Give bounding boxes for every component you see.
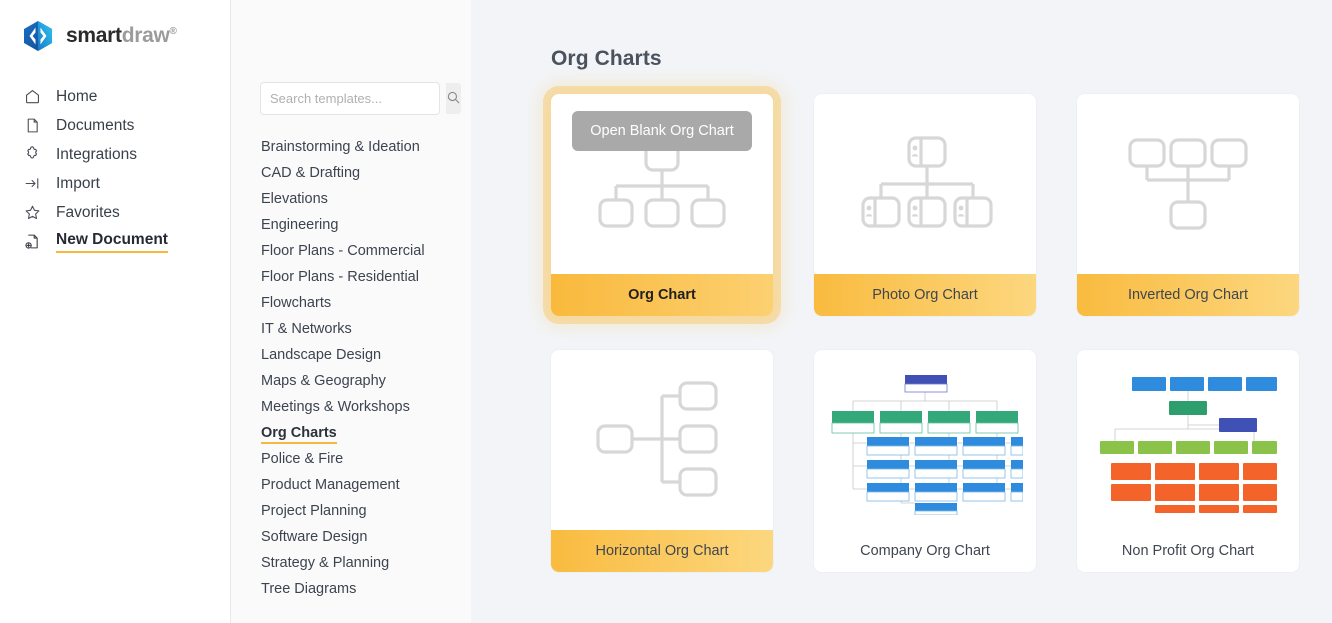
category-item-strategy-planning[interactable]: Strategy & Planning bbox=[261, 550, 471, 576]
search-icon bbox=[446, 90, 461, 108]
horizontal-org-chart-wireframe-icon bbox=[596, 381, 718, 497]
template-card-label: Company Org Chart bbox=[814, 530, 1036, 572]
sidebar-item-label: Import bbox=[56, 174, 100, 192]
template-card-label: Non Profit Org Chart bbox=[1077, 530, 1299, 572]
template-card-inverted-org-chart[interactable]: Inverted Org Chart bbox=[1077, 94, 1299, 316]
brand-trademark: ® bbox=[169, 26, 177, 37]
category-item-engineering[interactable]: Engineering bbox=[261, 212, 471, 238]
template-card-horizontal-org-chart[interactable]: Horizontal Org Chart bbox=[551, 350, 773, 572]
sidebar-item-label: Home bbox=[56, 87, 98, 105]
category-item-tree-diagrams[interactable]: Tree Diagrams bbox=[261, 576, 471, 602]
sidebar-item-home[interactable]: Home bbox=[0, 82, 230, 111]
category-item-floor-plans-commercial[interactable]: Floor Plans - Commercial bbox=[261, 238, 471, 264]
category-item-product-management[interactable]: Product Management bbox=[261, 472, 471, 498]
sidebar-item-documents[interactable]: Documents bbox=[0, 111, 230, 140]
template-card-non-profit-org-chart[interactable]: Non Profit Org Chart bbox=[1077, 350, 1299, 572]
category-item-police-fire[interactable]: Police & Fire bbox=[261, 446, 471, 472]
inverted-org-chart-wireframe-icon bbox=[1128, 138, 1248, 230]
brand-logo-area[interactable]: smartdraw® bbox=[0, 0, 230, 56]
template-card-label: Org Chart bbox=[551, 274, 773, 316]
template-thumbnail bbox=[814, 350, 1036, 530]
category-item-floor-plans-residential[interactable]: Floor Plans - Residential bbox=[261, 264, 471, 290]
template-card-label: Photo Org Chart bbox=[814, 274, 1036, 316]
search-templates-box[interactable] bbox=[260, 82, 461, 115]
sidebar-item-label: Integrations bbox=[56, 145, 137, 163]
category-item-it-networks[interactable]: IT & Networks bbox=[261, 316, 471, 342]
category-item-landscape-design[interactable]: Landscape Design bbox=[261, 342, 471, 368]
search-submit-button[interactable] bbox=[446, 83, 461, 114]
brand-name-bold: smart bbox=[66, 24, 122, 47]
company-org-chart-preview-icon bbox=[831, 375, 1023, 515]
sidebar-item-label: New Document bbox=[56, 231, 168, 253]
category-list: Brainstorming & Ideation CAD & Drafting … bbox=[261, 134, 471, 602]
page-title: Org Charts bbox=[551, 47, 662, 70]
photo-org-chart-wireframe-icon bbox=[861, 136, 993, 228]
import-arrow-icon bbox=[22, 174, 42, 194]
template-thumbnail bbox=[1077, 94, 1299, 274]
search-input[interactable] bbox=[261, 83, 446, 114]
template-thumbnail bbox=[551, 350, 773, 530]
sidebar-item-label: Favorites bbox=[56, 203, 120, 221]
document-icon bbox=[22, 116, 42, 136]
sidebar-item-import[interactable]: Import bbox=[0, 169, 230, 198]
category-item-elevations[interactable]: Elevations bbox=[261, 186, 471, 212]
category-item-org-charts[interactable]: Org Charts bbox=[261, 420, 471, 446]
document-plus-icon bbox=[22, 232, 42, 252]
open-blank-org-chart-button[interactable]: Open Blank Org Chart bbox=[572, 111, 752, 151]
sidebar-nav-list: Home Documents Integrations Import Favor… bbox=[0, 82, 230, 256]
category-item-flowcharts[interactable]: Flowcharts bbox=[261, 290, 471, 316]
brand-name-light: draw bbox=[121, 24, 170, 47]
sidebar-item-favorites[interactable]: Favorites bbox=[0, 198, 230, 227]
home-icon bbox=[22, 87, 42, 107]
template-thumbnail bbox=[1077, 350, 1299, 530]
template-thumbnail bbox=[814, 94, 1036, 274]
primary-sidebar: smartdraw® Home Documents Integrations I… bbox=[0, 0, 231, 623]
template-card-company-org-chart[interactable]: Company Org Chart bbox=[814, 350, 1036, 572]
non-profit-org-chart-preview-icon bbox=[1100, 377, 1277, 513]
category-item-meetings-workshops[interactable]: Meetings & Workshops bbox=[261, 394, 471, 420]
category-item-maps-geography[interactable]: Maps & Geography bbox=[261, 368, 471, 394]
category-item-brainstorming[interactable]: Brainstorming & Ideation bbox=[261, 134, 471, 160]
smartdraw-app-window: smartdraw® Home Documents Integrations I… bbox=[0, 0, 1332, 623]
category-item-cad-drafting[interactable]: CAD & Drafting bbox=[261, 160, 471, 186]
template-card-org-chart[interactable]: Open Blank Org Chart Org Chart bbox=[551, 94, 773, 316]
template-card-grid: Open Blank Org Chart Org Chart Photo Org… bbox=[551, 94, 1332, 572]
star-icon bbox=[22, 203, 42, 223]
sidebar-item-integrations[interactable]: Integrations bbox=[0, 140, 230, 169]
smartdraw-diamond-logo-icon bbox=[24, 21, 52, 51]
template-thumbnail: Open Blank Org Chart bbox=[551, 94, 773, 274]
sidebar-item-new-document[interactable]: New Document bbox=[0, 227, 230, 256]
brand-wordmark: smartdraw® bbox=[66, 24, 177, 48]
template-category-panel: Brainstorming & Ideation CAD & Drafting … bbox=[231, 0, 471, 623]
category-item-project-planning[interactable]: Project Planning bbox=[261, 498, 471, 524]
category-item-software-design[interactable]: Software Design bbox=[261, 524, 471, 550]
template-card-label: Horizontal Org Chart bbox=[551, 530, 773, 572]
template-card-photo-org-chart[interactable]: Photo Org Chart bbox=[814, 94, 1036, 316]
template-card-label: Inverted Org Chart bbox=[1077, 274, 1299, 316]
sidebar-item-label: Documents bbox=[56, 116, 135, 134]
template-gallery: Org Charts Open Blank Org Chart Org Char… bbox=[471, 0, 1332, 623]
puzzle-piece-icon bbox=[22, 145, 42, 165]
